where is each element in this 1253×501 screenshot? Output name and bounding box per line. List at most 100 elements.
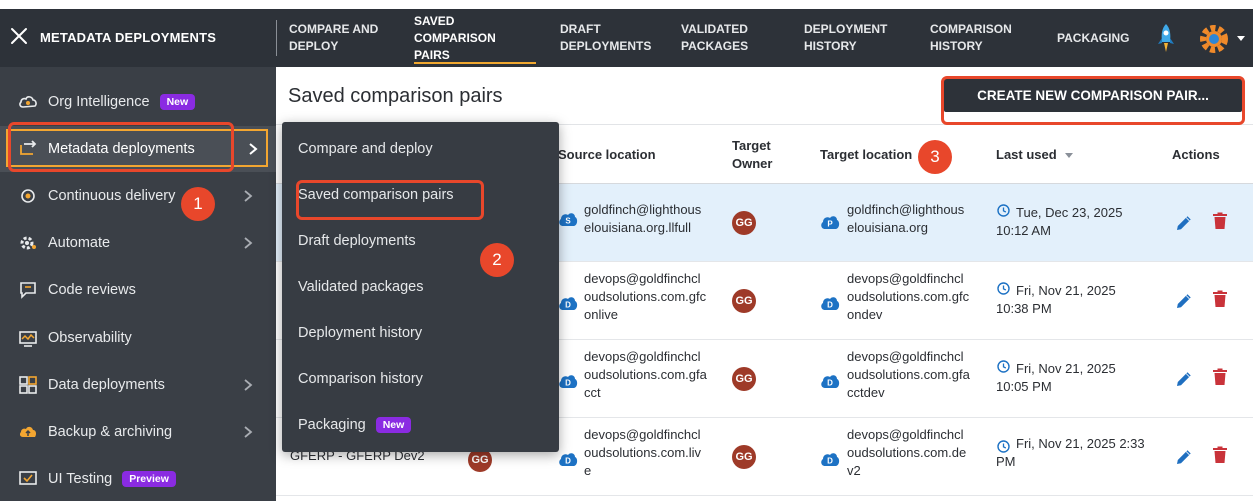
tab-label: DEPLOYMENT HISTORY [804,22,888,53]
target-location: devops@goldfinchcl oudsolutions.com.gfc on… [847,270,969,324]
sidebar-item-ui-testing[interactable]: UI Testing Preview [0,456,276,501]
submenu-item-compare-and-deploy[interactable]: Compare and deploy [298,141,433,157]
new-badge: New [375,417,412,433]
sandbox-org-cloud-icon: S [559,213,578,226]
sidebar-item-label: Continuous delivery [48,188,176,204]
metadata-deployments-submenu: Compare and deploy Saved comparison pair… [282,122,559,452]
source-location-line: oudsolutions.com.gfa [584,367,707,382]
sidebar-item-label: Observability [48,330,132,346]
target-location: goldfinch@lighthous elouisiana.org [847,201,964,237]
sidebar-item-continuous-delivery[interactable]: Continuous delivery [0,173,276,219]
target-location-line: ondev [847,307,883,322]
cloud-icon [19,96,37,108]
active-tab-underline [414,62,536,64]
sidebar-item-automate[interactable]: Automate [0,220,276,266]
tab-validated-packages[interactable]: VALIDATED PACKAGES [681,9,771,67]
cloud-upload-icon [19,426,37,437]
sidebar-item-code-reviews[interactable]: Code reviews [0,267,276,313]
developer-org-cloud-icon: D [821,375,840,388]
target-location: devops@goldfinchcl oudsolutions.com.gfa cc… [847,348,970,402]
col-target-owner[interactable]: Target Owner [732,125,792,185]
source-location-line: devops@goldfinchcl [584,271,701,286]
last-used-line: Fri, Nov 21, 2025 [1016,361,1116,376]
tab-comparison-history[interactable]: COMPARISON HISTORY [930,9,1030,67]
delete-trash-icon[interactable] [1212,446,1228,464]
last-used-line: PM [996,454,1016,469]
col-actions: Actions [1172,147,1220,162]
sidebar-item-org-intelligence[interactable]: Org Intelligence New [0,79,276,125]
col-last-used-label: Last used [996,147,1057,162]
sidebar-item-label: Code reviews [48,282,136,298]
edit-pencil-icon[interactable] [1174,369,1194,389]
user-menu-caret-icon[interactable] [1237,36,1245,41]
svg-text:D: D [827,457,833,466]
target-location-line: devops@goldfinchcl [847,349,964,364]
sidebar: Org Intelligence New Metadata deployments… [0,67,276,501]
delete-trash-icon[interactable] [1212,290,1228,308]
submenu-item-packaging[interactable]: Packaging New [298,417,412,433]
submenu-item-saved-comparison-pairs[interactable]: Saved comparison pairs [298,187,454,203]
sidebar-item-backup-archiving[interactable]: Backup & archiving [0,409,276,455]
close-icon[interactable] [10,27,28,45]
source-location-line: goldfinch@lighthous [584,202,702,217]
tab-packaging[interactable]: PACKAGING [1057,9,1147,67]
delete-trash-icon[interactable] [1212,368,1228,386]
target-owner-avatar: GG [732,289,756,313]
edit-pencil-icon[interactable] [1174,447,1194,467]
last-used-line: 10:05 PM [996,379,1052,394]
submenu-item-draft-deployments[interactable]: Draft deployments [298,233,416,249]
tab-label: PACKAGING [1057,30,1130,45]
settings-gear-icon[interactable] [1197,23,1231,55]
developer-org-cloud-icon: D [821,453,840,466]
sidebar-item-label: UI Testing [48,471,113,487]
submenu-item-label: Packaging [298,417,366,433]
target-location-line: oudsolutions.com.gfc [847,289,970,304]
delete-trash-icon[interactable] [1212,212,1228,230]
target-owner-avatar: GG [732,211,756,235]
sidebar-item-metadata-deployments[interactable]: Metadata deployments [0,126,276,172]
ui-test-icon [19,471,37,485]
step-marker-3: 3 [918,140,952,174]
step-marker-2: 2 [480,243,514,277]
last-used: Tue, Dec 23, 2025 10:12 AM [996,204,1192,240]
col-source-location[interactable]: Source location [558,125,656,185]
target-location-line: cctdev [847,385,885,400]
svg-text:D: D [827,301,833,310]
chevron-right-icon [249,143,258,155]
sidebar-item-observability[interactable]: Observability [0,315,276,361]
tab-draft-deployments[interactable]: DRAFT DEPLOYMENTS [560,9,660,67]
source-location: devops@goldfinchcl oudsolutions.com.liv e [584,426,701,480]
source-location: devops@goldfinchcl oudsolutions.com.gfc on… [584,270,706,324]
edit-pencil-icon[interactable] [1174,291,1194,311]
svg-text:D: D [827,379,833,388]
create-new-comparison-pair-button[interactable]: CREATE NEW COMPARISON PAIR... [944,78,1242,112]
target-location-line: devops@goldfinchcl [847,271,964,286]
rocket-icon[interactable] [1155,22,1177,56]
sort-desc-icon[interactable] [1064,152,1073,158]
tab-saved-comparison-pairs[interactable]: SAVED COMPARISON PAIRS [414,9,536,67]
tab-deployment-history[interactable]: DEPLOYMENT HISTORY [804,9,904,67]
monitor-icon [19,331,37,347]
svg-text:D: D [565,301,571,310]
clock-icon [997,440,1010,453]
last-used: Fri, Nov 21, 2025 10:38 PM [996,282,1192,318]
tab-label: VALIDATED PACKAGES [681,22,749,53]
last-used-line: 10:38 PM [996,301,1052,316]
sidebar-item-data-deployments[interactable]: Data deployments [0,362,276,408]
chevron-right-icon [244,237,253,249]
col-last-used[interactable]: Last used [996,125,1073,185]
target-location-line: devops@goldfinchcl [847,427,964,442]
submenu-item-validated-packages[interactable]: Validated packages [298,279,424,295]
new-badge: New [159,94,196,110]
edit-pencil-icon[interactable] [1174,213,1194,233]
tab-compare-and-deploy[interactable]: COMPARE AND DEPLOY [289,9,389,67]
submenu-item-comparison-history[interactable]: Comparison history [298,371,423,387]
submenu-item-deployment-history[interactable]: Deployment history [298,325,422,341]
sidebar-item-label: Metadata deployments [48,141,195,157]
gear-icon [20,236,36,250]
svg-text:S: S [565,217,571,226]
col-target-location[interactable]: Target location [820,125,912,185]
source-location-line: oudsolutions.com.liv [584,445,702,460]
chevron-right-icon [244,426,253,438]
developer-org-cloud-icon: D [559,297,578,310]
